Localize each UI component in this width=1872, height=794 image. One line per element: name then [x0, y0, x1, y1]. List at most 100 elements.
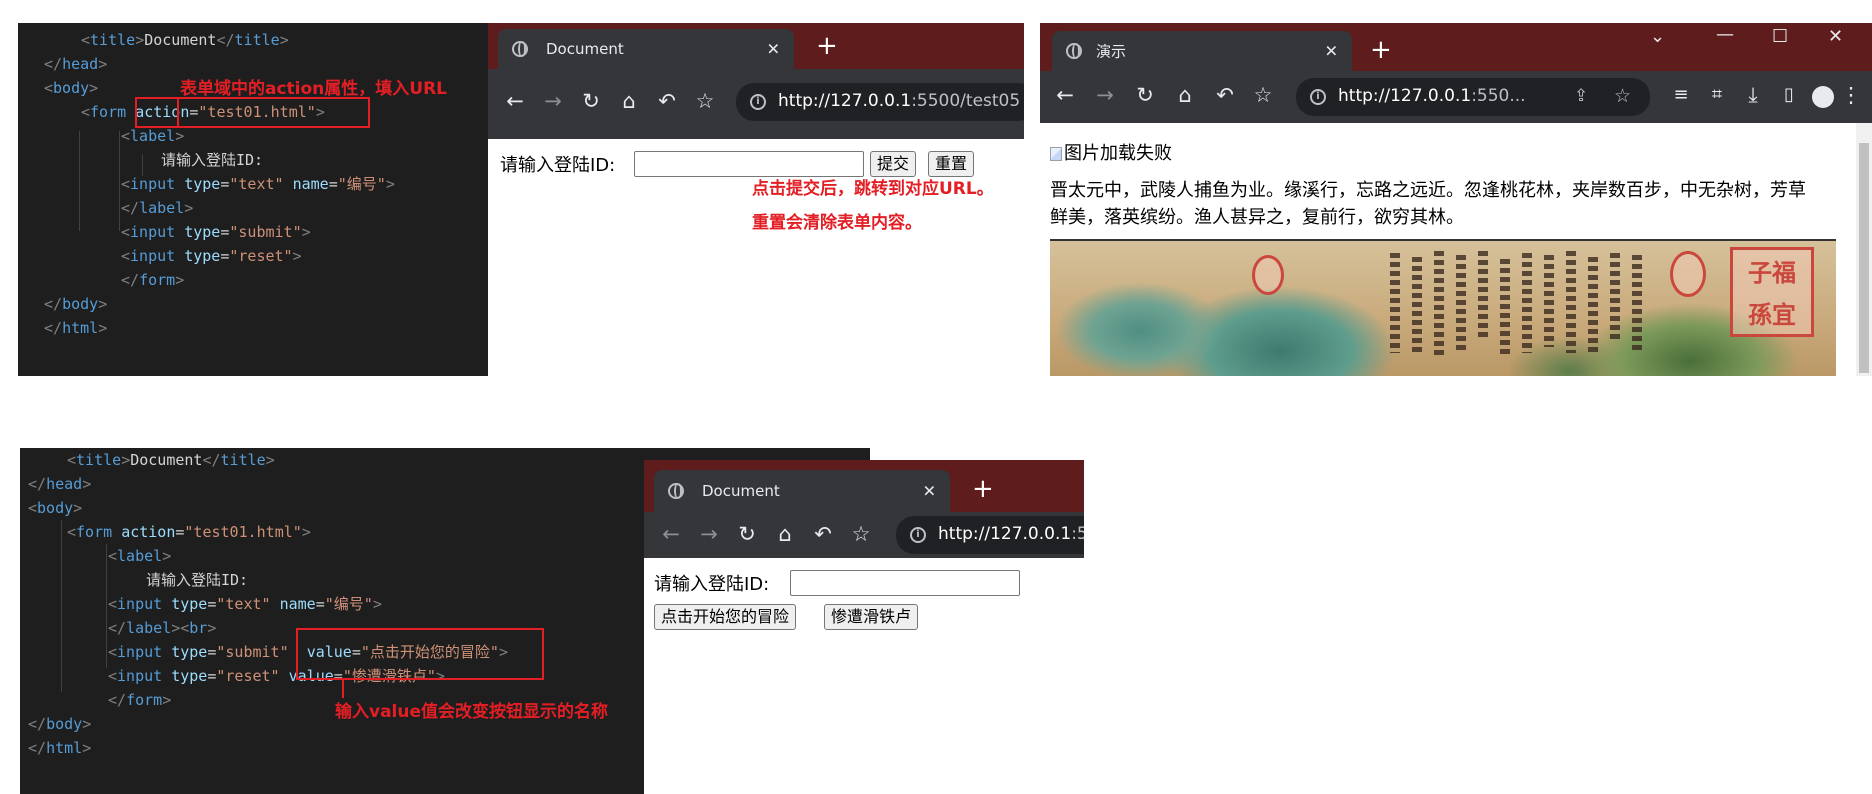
tab-demo[interactable]: 演示 ✕: [1052, 31, 1352, 71]
close-icon[interactable]: ✕: [923, 482, 936, 501]
code-line-body-close: </body>: [44, 295, 108, 313]
star-icon[interactable]: ☆: [848, 522, 874, 546]
close-icon[interactable]: ✕: [1325, 42, 1338, 61]
new-tab-button[interactable]: +: [816, 33, 838, 59]
start-adventure-submit-button[interactable]: 点击开始您的冒险: [654, 604, 797, 630]
calligraphy-column: [1456, 255, 1466, 353]
maximize-icon[interactable]: ☐: [1772, 27, 1788, 47]
code-line-form-close: </form>: [108, 691, 172, 709]
indent-guide: [79, 131, 80, 231]
tab-document[interactable]: Document ✕: [498, 29, 794, 69]
browser-titlebar: Document ✕ +: [644, 460, 1084, 512]
globe-icon: [512, 41, 528, 57]
code-line-input-submit: <input type="submit">: [121, 223, 311, 241]
crop-icon[interactable]: ⌗: [1704, 83, 1730, 107]
back-arrow-icon[interactable]: ←: [658, 522, 684, 546]
share-icon[interactable]: ⇪: [1574, 86, 1588, 106]
code-line-form-close: </form>: [121, 271, 185, 289]
login-id-label: 请输入登陆ID:: [654, 574, 770, 595]
home-icon[interactable]: ⌂: [616, 89, 642, 113]
browser-window-button-demo: Document ✕ + ← → ↻ ⌂ ↶ ☆ i http://127.0.…: [644, 460, 1084, 794]
download-icon[interactable]: ⤓: [1740, 83, 1766, 107]
back-arrow-icon[interactable]: ←: [502, 89, 528, 113]
sidebar-icon[interactable]: ▯: [1776, 83, 1802, 107]
reset-button[interactable]: 惨遭滑铁卢: [824, 604, 919, 630]
indent-guide: [106, 544, 107, 668]
browser-window-image-demo: 演示 ✕ + ⌄ — ☐ ✕ ← → ↻ ⌂ ↶ ☆ i http://127.…: [1040, 23, 1872, 376]
back-arrow-icon[interactable]: ←: [1052, 83, 1078, 107]
page-content: 图片加载失败 晋太元中，武陵人捕鱼为业。缘溪行，忘路之远近。忽逢桃花林，夹岸数百…: [1040, 123, 1872, 376]
window-close-icon[interactable]: ✕: [1828, 27, 1843, 47]
chevron-down-icon[interactable]: ⌄: [1650, 27, 1665, 47]
code-line-title: <title>Document</title>: [67, 451, 275, 469]
url-path: :550...: [1471, 86, 1526, 106]
calligraphy-column: [1500, 259, 1510, 355]
undo-icon[interactable]: ↶: [1212, 83, 1238, 107]
star-icon[interactable]: ☆: [1614, 85, 1631, 107]
browser-toolbar: ← → ↻ ⌂ ↶ ☆ i http://127.0.0.1:5: [644, 512, 1084, 558]
address-bar[interactable]: i http://127.0.0.1:550... ⇪ ☆: [1296, 78, 1650, 116]
minimize-icon[interactable]: —: [1716, 25, 1734, 45]
code-line-html-close: </html>: [28, 739, 92, 757]
reload-icon[interactable]: ↻: [734, 522, 760, 546]
scrollbar[interactable]: [1856, 123, 1872, 376]
forward-arrow-icon[interactable]: →: [1092, 83, 1118, 107]
scrollbar-thumb[interactable]: [1859, 143, 1869, 373]
tab-title: Document: [702, 482, 780, 500]
tab-title: Document: [546, 40, 624, 58]
landscape-painting: 子福孫宜: [1050, 239, 1836, 376]
code-line-label-text: 请输入登陆ID:: [161, 151, 264, 169]
home-icon[interactable]: ⌂: [772, 522, 798, 546]
new-tab-button[interactable]: +: [1370, 37, 1392, 63]
code-line-label-close: </label><br>: [108, 619, 217, 637]
indent-guide: [119, 131, 120, 231]
browser-titlebar: 演示 ✕ + ⌄ — ☐ ✕: [1040, 23, 1872, 71]
reload-icon[interactable]: ↻: [1132, 83, 1158, 107]
calligraphy-column: [1412, 257, 1422, 353]
code-line-input-text: <input type="text" name="编号">: [121, 175, 395, 193]
code-line-body-open: <body>: [44, 79, 99, 97]
code-line-form-open: <form action="test01.html">: [67, 523, 311, 541]
calligraphy-column: [1566, 251, 1576, 353]
broken-image-alt: 图片加载失败: [1064, 143, 1172, 164]
value-highlight-box: [296, 628, 544, 680]
close-icon[interactable]: ✕: [767, 40, 780, 59]
tab-document[interactable]: Document ✕: [654, 470, 950, 512]
address-bar[interactable]: i http://127.0.0.1:5500/test05: [736, 83, 1024, 121]
indent-guide: [61, 520, 62, 692]
forward-arrow-icon[interactable]: →: [540, 89, 566, 113]
submit-note-line1: 点击提交后，跳转到对应URL。: [752, 179, 994, 199]
page-content: 请输入登陆ID: 点击开始您的冒险 惨遭滑铁卢: [644, 558, 1084, 794]
calligraphy-column: [1522, 253, 1532, 353]
menu-icon[interactable]: ⋮: [1838, 83, 1864, 107]
media-icon[interactable]: ≡: [1668, 83, 1694, 107]
url-path: :5500/test05: [911, 91, 1021, 111]
code-line-label-close: </label>: [121, 199, 194, 217]
code-line-input-reset: <input type="reset">: [121, 247, 302, 265]
address-bar[interactable]: i http://127.0.0.1:5: [896, 516, 1084, 554]
calligraphy-column: [1390, 253, 1400, 353]
info-icon[interactable]: i: [1310, 89, 1326, 105]
undo-icon[interactable]: ↶: [654, 89, 680, 113]
reload-icon[interactable]: ↻: [578, 89, 604, 113]
login-id-input[interactable]: [790, 570, 1020, 596]
browser-toolbar: ← → ↻ ⌂ ↶ ☆ i http://127.0.0.1:5500/test…: [488, 69, 1024, 139]
new-tab-button[interactable]: +: [972, 476, 994, 502]
info-icon[interactable]: i: [910, 527, 926, 543]
url-host: http://127.0.0.1: [778, 91, 912, 111]
star-icon[interactable]: ☆: [1250, 83, 1276, 107]
red-seal-small: [1252, 255, 1284, 295]
home-icon[interactable]: ⌂: [1172, 83, 1198, 107]
globe-icon: [1066, 43, 1082, 59]
code-line-body-open: <body>: [28, 499, 83, 517]
value-annotation: 输入value值会改变按钮显示的名称: [335, 702, 609, 722]
code-line-html-close: </html>: [44, 319, 108, 337]
info-icon[interactable]: i: [750, 94, 766, 110]
undo-icon[interactable]: ↶: [810, 522, 836, 546]
forward-arrow-icon[interactable]: →: [696, 522, 722, 546]
star-icon[interactable]: ☆: [692, 89, 718, 113]
code-line-body-close: </body>: [28, 715, 92, 733]
profile-icon[interactable]: [1812, 86, 1834, 108]
broken-image: 图片加载失败: [1050, 139, 1172, 165]
red-seal-round: [1670, 251, 1706, 297]
